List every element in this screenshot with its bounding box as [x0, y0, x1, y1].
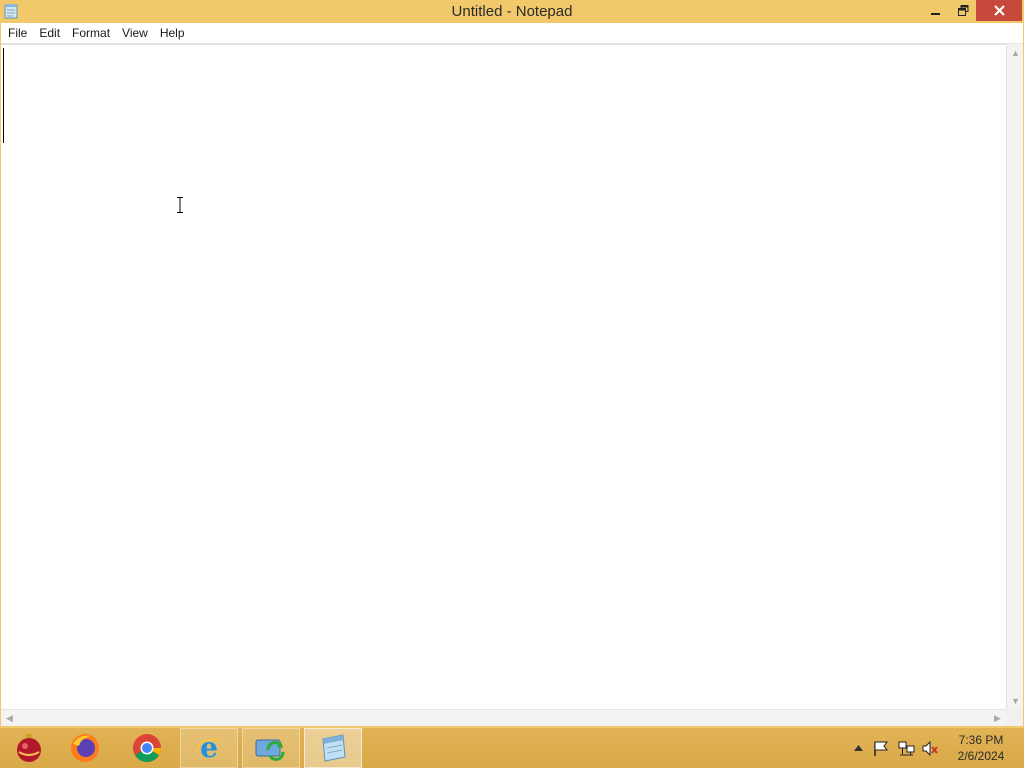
volume-muted-icon: [922, 740, 938, 756]
clock-time: 7:36 PM: [958, 733, 1004, 747]
close-icon: [993, 5, 1005, 16]
text-editor-area[interactable]: [1, 44, 1006, 709]
internet-explorer-icon: e: [194, 732, 222, 764]
notepad-window: Untitled - Notepad File Edit Format View…: [0, 0, 1024, 728]
taskbar-firefox[interactable]: [56, 728, 114, 768]
ornament-icon: [17, 734, 41, 762]
desktop-screen: Untitled - Notepad File Edit Format View…: [0, 0, 1024, 768]
restore-button[interactable]: [950, 0, 976, 21]
title-bar[interactable]: Untitled - Notepad: [0, 0, 1024, 23]
scroll-left-arrow-icon[interactable]: ◀: [1, 710, 18, 727]
chrome-icon: [133, 734, 161, 762]
show-hidden-icons-arrow: [853, 745, 863, 751]
window-title: Untitled - Notepad: [451, 3, 573, 20]
taskbar-clock[interactable]: 7:36 PM 2/6/2024: [946, 732, 1016, 764]
vertical-scrollbar[interactable]: ▲ ▼: [1006, 44, 1023, 709]
clock-date: 2/6/2024: [957, 749, 1005, 763]
tray-volume[interactable]: [920, 728, 940, 768]
taskbar-internet-explorer[interactable]: e: [180, 728, 238, 768]
menu-edit[interactable]: Edit: [33, 24, 66, 42]
scroll-down-arrow-icon[interactable]: ▼: [1007, 692, 1024, 709]
taskbar-notepad[interactable]: [304, 728, 362, 768]
firefox-icon: [71, 734, 99, 762]
taskbar-sync-app[interactable]: [242, 728, 300, 768]
menu-help[interactable]: Help: [154, 24, 191, 42]
taskbar-chrome[interactable]: [118, 728, 176, 768]
notepad-icon: [322, 734, 346, 762]
scrollbar-corner: [1006, 709, 1023, 726]
tray-action-center[interactable]: [872, 728, 890, 768]
minimize-button[interactable]: [922, 0, 950, 21]
text-caret: [3, 48, 4, 143]
scroll-right-arrow-icon[interactable]: ▶: [989, 710, 1006, 727]
menu-view[interactable]: View: [116, 24, 154, 42]
menu-format[interactable]: Format: [66, 24, 116, 42]
minimize-icon: [931, 12, 940, 15]
menu-bar: File Edit Format View Help: [1, 23, 1023, 44]
tray-overflow-button[interactable]: [850, 728, 866, 768]
svg-text:e: e: [200, 732, 218, 764]
close-button[interactable]: [976, 0, 1022, 21]
sync-app-icon: [255, 739, 285, 761]
action-center-flag-icon: [874, 741, 888, 756]
ibeam-cursor-icon: [177, 197, 183, 213]
horizontal-scrollbar[interactable]: ◀ ▶: [1, 709, 1006, 726]
taskbar-ornament-app[interactable]: [0, 728, 58, 768]
menu-file[interactable]: File: [1, 24, 33, 42]
network-icon: [898, 741, 914, 755]
taskbar: e 7:36 PM 2/6/2024: [0, 728, 1024, 768]
tray-network[interactable]: [896, 728, 916, 768]
restore-icon: [957, 5, 968, 16]
scroll-up-arrow-icon[interactable]: ▲: [1007, 44, 1024, 61]
